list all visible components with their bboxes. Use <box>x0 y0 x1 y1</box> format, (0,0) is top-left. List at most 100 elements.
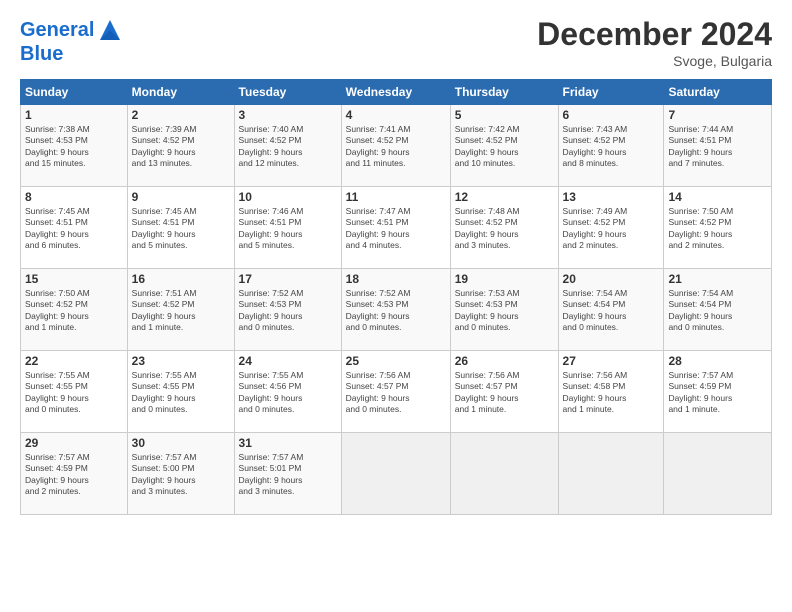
day-cell: 2Sunrise: 7:39 AM Sunset: 4:52 PM Daylig… <box>127 105 234 187</box>
day-number: 14 <box>668 190 767 204</box>
day-cell: 6 Sunrise: 7:43 AM Sunset: 4:52 PM Daylig… <box>558 105 664 187</box>
day-number: 11 <box>346 190 446 204</box>
day-number: 9 <box>132 190 230 204</box>
calendar-header: Sunday Monday Tuesday Wednesday Thursday… <box>21 80 772 105</box>
day-number: 19 <box>455 272 554 286</box>
day-info: Sunrise: 7:54 AM Sunset: 4:54 PM Dayligh… <box>563 288 660 334</box>
calendar-body: 1 Sunrise: 7:38 AM Sunset: 4:53 PM Daylig… <box>21 105 772 515</box>
location: Svoge, Bulgaria <box>537 53 772 69</box>
col-thursday: Thursday <box>450 80 558 105</box>
day-info: Sunrise: 7:55 AM Sunset: 4:55 PM Dayligh… <box>132 370 230 416</box>
day-cell: 7 Sunrise: 7:44 AM Sunset: 4:51 PM Daylig… <box>664 105 772 187</box>
page: General Blue December 2024 Svoge, Bulgar… <box>0 0 792 612</box>
week-row-1: 1 Sunrise: 7:38 AM Sunset: 4:53 PM Daylig… <box>21 105 772 187</box>
day-number: 2 <box>132 108 230 122</box>
day-info: Sunrise: 7:46 AM Sunset: 4:51 PM Dayligh… <box>239 206 337 252</box>
day-info: Sunrise: 7:40 AM Sunset: 4:52 PM Dayligh… <box>239 124 337 170</box>
col-sunday: Sunday <box>21 80 128 105</box>
day-info: Sunrise: 7:52 AM Sunset: 4:53 PM Dayligh… <box>346 288 446 334</box>
day-cell: 16Sunrise: 7:51 AM Sunset: 4:52 PM Dayli… <box>127 269 234 351</box>
day-info: Sunrise: 7:45 AM Sunset: 4:51 PM Dayligh… <box>132 206 230 252</box>
col-monday: Monday <box>127 80 234 105</box>
day-cell: 4Sunrise: 7:41 AM Sunset: 4:52 PM Daylig… <box>341 105 450 187</box>
day-cell: 25Sunrise: 7:56 AM Sunset: 4:57 PM Dayli… <box>341 351 450 433</box>
day-info: Sunrise: 7:55 AM Sunset: 4:55 PM Dayligh… <box>25 370 123 416</box>
day-cell: 24Sunrise: 7:55 AM Sunset: 4:56 PM Dayli… <box>234 351 341 433</box>
month-title: December 2024 <box>537 16 772 53</box>
day-info: Sunrise: 7:44 AM Sunset: 4:51 PM Dayligh… <box>668 124 767 170</box>
day-cell <box>558 433 664 515</box>
day-info: Sunrise: 7:57 AM Sunset: 4:59 PM Dayligh… <box>25 452 123 498</box>
day-cell: 12 Sunrise: 7:48 AM Sunset: 4:52 PM Dayli… <box>450 187 558 269</box>
day-number: 30 <box>132 436 230 450</box>
col-tuesday: Tuesday <box>234 80 341 105</box>
logo-general: General <box>20 19 94 41</box>
col-wednesday: Wednesday <box>341 80 450 105</box>
day-number: 28 <box>668 354 767 368</box>
day-number: 8 <box>25 190 123 204</box>
day-number: 20 <box>563 272 660 286</box>
day-cell: 31 Sunrise: 7:57 AM Sunset: 5:01 PM Dayli… <box>234 433 341 515</box>
day-cell: 23 Sunrise: 7:55 AM Sunset: 4:55 PM Dayli… <box>127 351 234 433</box>
day-info: Sunrise: 7:56 AM Sunset: 4:57 PM Dayligh… <box>455 370 554 416</box>
day-number: 12 <box>455 190 554 204</box>
header: General Blue December 2024 Svoge, Bulgar… <box>20 16 772 69</box>
day-info: Sunrise: 7:51 AM Sunset: 4:52 PM Dayligh… <box>132 288 230 334</box>
day-cell: 17 Sunrise: 7:52 AM Sunset: 4:53 PM Dayli… <box>234 269 341 351</box>
day-info: Sunrise: 7:48 AM Sunset: 4:52 PM Dayligh… <box>455 206 554 252</box>
day-cell: 27Sunrise: 7:56 AM Sunset: 4:58 PM Dayli… <box>558 351 664 433</box>
logo: General Blue <box>20 16 124 64</box>
day-info: Sunrise: 7:55 AM Sunset: 4:56 PM Dayligh… <box>239 370 337 416</box>
day-cell: 22 Sunrise: 7:55 AM Sunset: 4:55 PM Dayli… <box>21 351 128 433</box>
day-number: 25 <box>346 354 446 368</box>
day-number: 5 <box>455 108 554 122</box>
day-cell: 21Sunrise: 7:54 AM Sunset: 4:54 PM Dayli… <box>664 269 772 351</box>
day-info: Sunrise: 7:57 AM Sunset: 5:01 PM Dayligh… <box>239 452 337 498</box>
title-area: December 2024 Svoge, Bulgaria <box>537 16 772 69</box>
day-cell: 10 Sunrise: 7:46 AM Sunset: 4:51 PM Dayli… <box>234 187 341 269</box>
day-number: 23 <box>132 354 230 368</box>
day-cell <box>341 433 450 515</box>
day-info: Sunrise: 7:38 AM Sunset: 4:53 PM Dayligh… <box>25 124 123 170</box>
day-number: 10 <box>239 190 337 204</box>
day-cell: 13Sunrise: 7:49 AM Sunset: 4:52 PM Dayli… <box>558 187 664 269</box>
week-row-4: 22 Sunrise: 7:55 AM Sunset: 4:55 PM Dayli… <box>21 351 772 433</box>
day-cell <box>450 433 558 515</box>
day-cell <box>664 433 772 515</box>
day-cell: 26 Sunrise: 7:56 AM Sunset: 4:57 PM Dayli… <box>450 351 558 433</box>
logo-blue: Blue <box>20 44 124 64</box>
day-number: 26 <box>455 354 554 368</box>
day-cell: 5Sunrise: 7:42 AM Sunset: 4:52 PM Daylig… <box>450 105 558 187</box>
day-info: Sunrise: 7:53 AM Sunset: 4:53 PM Dayligh… <box>455 288 554 334</box>
day-number: 7 <box>668 108 767 122</box>
day-number: 22 <box>25 354 123 368</box>
day-cell: 8 Sunrise: 7:45 AM Sunset: 4:51 PM Daylig… <box>21 187 128 269</box>
day-cell: 19 Sunrise: 7:53 AM Sunset: 4:53 PM Dayli… <box>450 269 558 351</box>
day-cell: 15Sunrise: 7:50 AM Sunset: 4:52 PM Dayli… <box>21 269 128 351</box>
day-info: Sunrise: 7:41 AM Sunset: 4:52 PM Dayligh… <box>346 124 446 170</box>
day-number: 6 <box>563 108 660 122</box>
day-cell: 28Sunrise: 7:57 AM Sunset: 4:59 PM Dayli… <box>664 351 772 433</box>
header-row: Sunday Monday Tuesday Wednesday Thursday… <box>21 80 772 105</box>
day-info: Sunrise: 7:52 AM Sunset: 4:53 PM Dayligh… <box>239 288 337 334</box>
day-info: Sunrise: 7:43 AM Sunset: 4:52 PM Dayligh… <box>563 124 660 170</box>
col-saturday: Saturday <box>664 80 772 105</box>
day-number: 17 <box>239 272 337 286</box>
day-number: 31 <box>239 436 337 450</box>
day-info: Sunrise: 7:57 AM Sunset: 5:00 PM Dayligh… <box>132 452 230 498</box>
day-cell: 20 Sunrise: 7:54 AM Sunset: 4:54 PM Dayli… <box>558 269 664 351</box>
col-friday: Friday <box>558 80 664 105</box>
day-number: 13 <box>563 190 660 204</box>
day-cell: 3 Sunrise: 7:40 AM Sunset: 4:52 PM Daylig… <box>234 105 341 187</box>
day-number: 3 <box>239 108 337 122</box>
day-info: Sunrise: 7:45 AM Sunset: 4:51 PM Dayligh… <box>25 206 123 252</box>
day-number: 15 <box>25 272 123 286</box>
logo-icon <box>96 16 124 44</box>
week-row-5: 29Sunrise: 7:57 AM Sunset: 4:59 PM Dayli… <box>21 433 772 515</box>
day-number: 1 <box>25 108 123 122</box>
week-row-3: 15Sunrise: 7:50 AM Sunset: 4:52 PM Dayli… <box>21 269 772 351</box>
day-number: 21 <box>668 272 767 286</box>
day-info: Sunrise: 7:47 AM Sunset: 4:51 PM Dayligh… <box>346 206 446 252</box>
day-cell: 9 Sunrise: 7:45 AM Sunset: 4:51 PM Daylig… <box>127 187 234 269</box>
day-cell: 18Sunrise: 7:52 AM Sunset: 4:53 PM Dayli… <box>341 269 450 351</box>
